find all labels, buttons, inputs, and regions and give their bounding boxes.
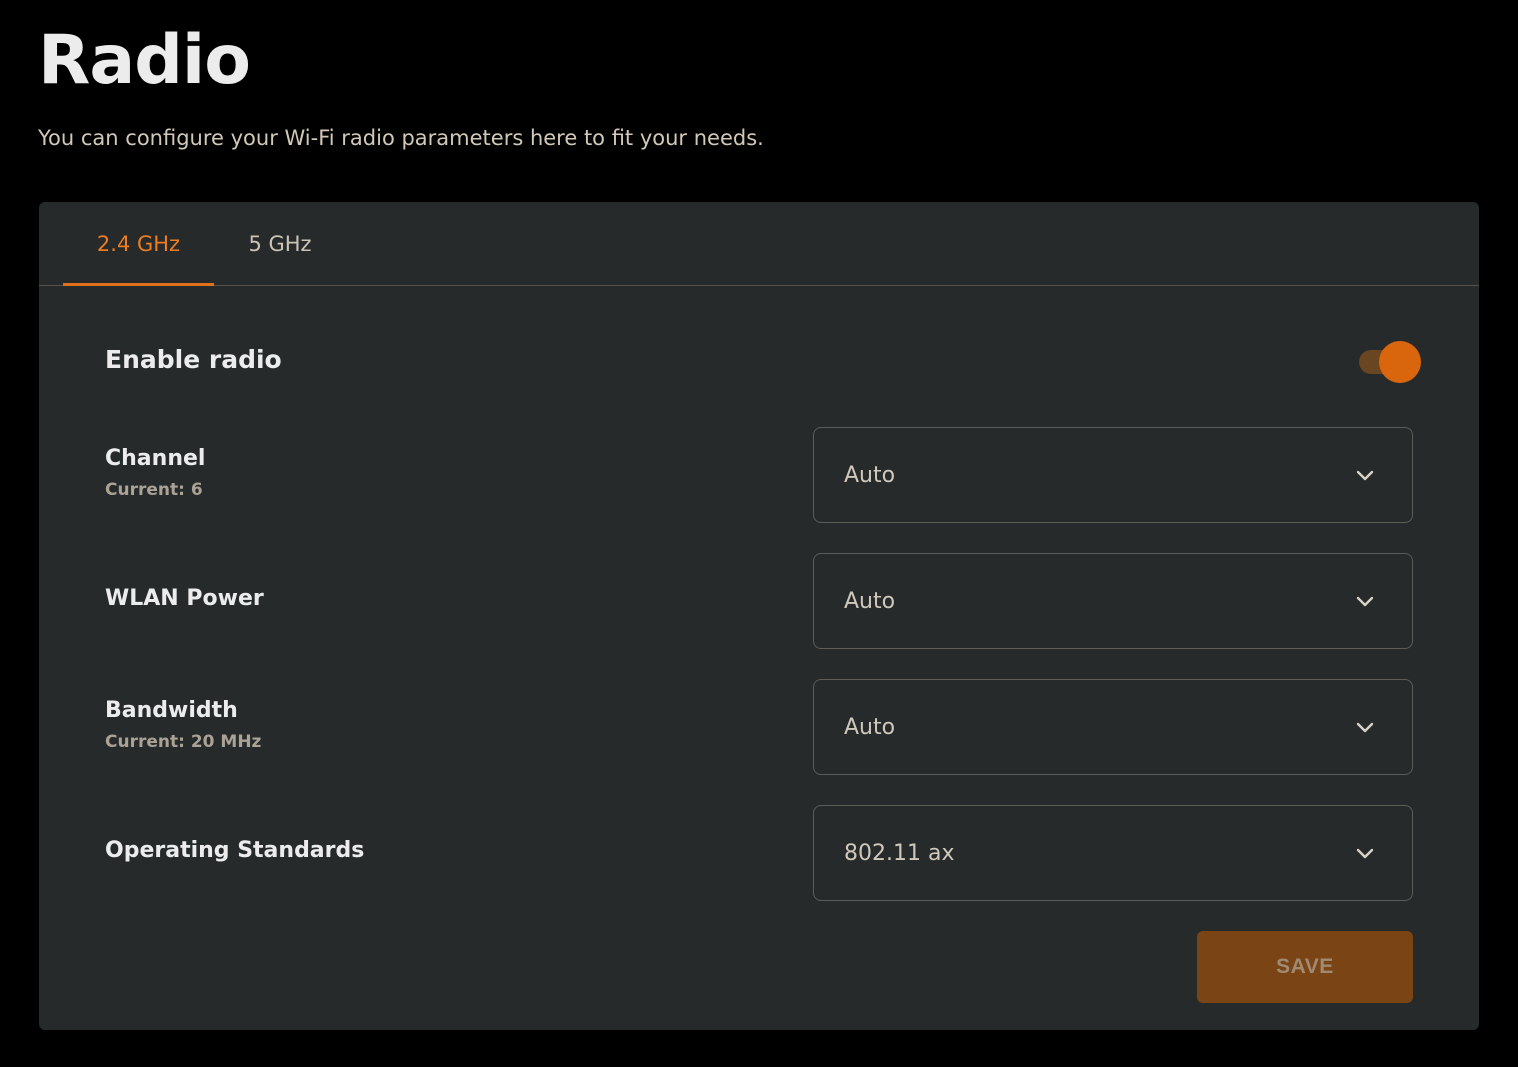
- bandwidth-select-value: Auto: [844, 714, 896, 740]
- radio-settings-card: 2.4 GHz 5 GHz Enable radio Channel Curre…: [39, 202, 1479, 1030]
- channel-label: Channel: [105, 446, 206, 471]
- wlan-power-select[interactable]: Auto: [813, 553, 1413, 649]
- wlan-power-select-value: Auto: [844, 588, 896, 614]
- active-tab-indicator: [63, 283, 214, 286]
- channel-select[interactable]: Auto: [813, 427, 1413, 523]
- tab-2-4-ghz[interactable]: 2.4 GHz: [63, 202, 214, 286]
- chevron-down-icon: [1356, 596, 1374, 607]
- toggle-thumb: [1379, 341, 1421, 383]
- chevron-down-icon: [1356, 722, 1374, 733]
- operating-standards-label: Operating Standards: [105, 838, 365, 863]
- operating-standards-select-value: 802.11 ax: [844, 840, 955, 866]
- enable-radio-label: Enable radio: [105, 345, 282, 374]
- bandwidth-select[interactable]: Auto: [813, 679, 1413, 775]
- band-tabs: 2.4 GHz 5 GHz: [39, 202, 1479, 286]
- page-title: Radio: [38, 21, 251, 100]
- channel-current: Current: 6: [105, 480, 203, 500]
- wlan-power-label: WLAN Power: [105, 586, 264, 611]
- tab-5-ghz[interactable]: 5 GHz: [225, 202, 335, 286]
- operating-standards-select[interactable]: 802.11 ax: [813, 805, 1413, 901]
- bandwidth-current: Current: 20 MHz: [105, 732, 262, 752]
- bandwidth-label: Bandwidth: [105, 698, 238, 723]
- chevron-down-icon: [1356, 470, 1374, 481]
- chevron-down-icon: [1356, 848, 1374, 859]
- enable-radio-toggle[interactable]: [1357, 340, 1423, 384]
- channel-select-value: Auto: [844, 462, 896, 488]
- save-button[interactable]: SAVE: [1197, 931, 1413, 1003]
- page-subtitle: You can configure your Wi-Fi radio param…: [38, 126, 764, 150]
